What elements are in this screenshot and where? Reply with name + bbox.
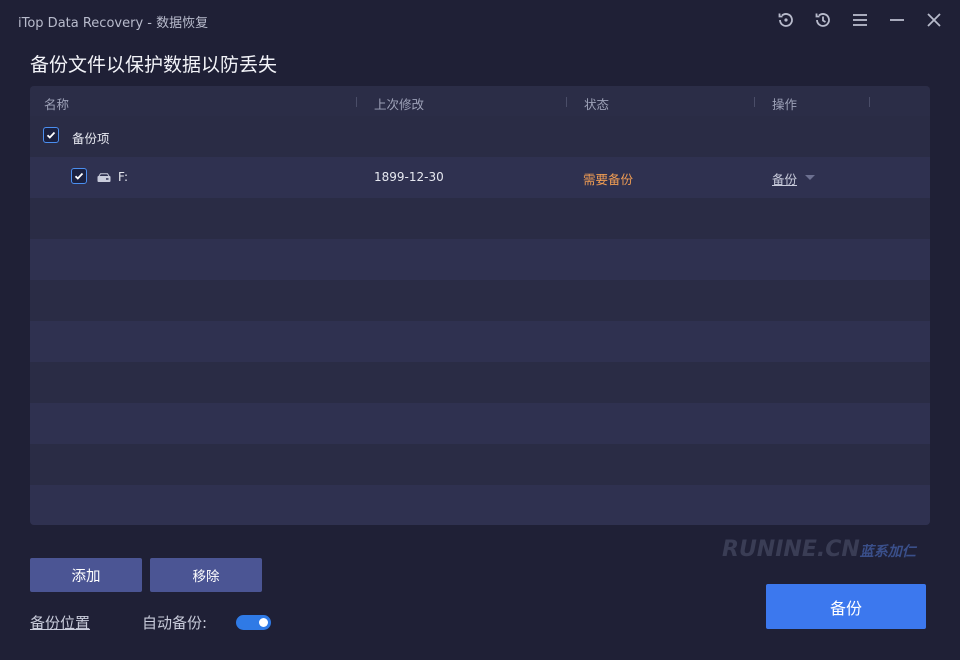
page-title: 备份文件以保护数据以防丢失 [30, 54, 278, 76]
row-backup-link[interactable]: 备份 [772, 169, 797, 188]
close-button[interactable] [915, 6, 952, 34]
column-header-name[interactable]: 名称 [44, 94, 69, 113]
watermark-sub: 蓝系加仁 [859, 544, 916, 560]
drive-icon [97, 173, 111, 182]
table-row[interactable]: F: 1899-12-30 需要备份 备份 [30, 157, 930, 198]
toggle-knob [259, 618, 268, 627]
minimize-button[interactable] [878, 6, 915, 34]
menu-button[interactable] [841, 6, 878, 34]
minimize-icon [889, 19, 904, 21]
auto-backup-toggle[interactable] [236, 615, 271, 630]
drive-name: F: [118, 170, 129, 184]
empty-row [30, 280, 930, 321]
empty-row [30, 403, 930, 444]
watermark-logo: RUNINE.CN蓝系加仁 [722, 537, 916, 562]
group-row: 备份项 [30, 116, 930, 157]
watermark-text: RUNINE.CN [722, 537, 860, 562]
title-bar: iTop Data Recovery - 数据恢复 [0, 0, 960, 40]
column-header-status[interactable]: 状态 [584, 94, 609, 113]
history-icon [815, 13, 830, 27]
history-button[interactable] [804, 6, 841, 34]
empty-row [30, 444, 930, 485]
restore-backup-button[interactable] [767, 6, 804, 34]
check-icon [74, 172, 84, 180]
row-checkbox[interactable] [71, 168, 87, 184]
backup-location-link[interactable]: 备份位置 [30, 612, 90, 633]
menu-icon [852, 14, 867, 26]
close-icon [926, 13, 941, 27]
remove-button[interactable]: 移除 [150, 558, 262, 592]
column-divider[interactable] [566, 97, 567, 107]
group-label: 备份项 [72, 131, 110, 146]
column-header-modified[interactable]: 上次修改 [374, 94, 424, 113]
table-header: 名称 上次修改 状态 操作 [30, 86, 930, 116]
empty-row [30, 239, 930, 280]
app-title: iTop Data Recovery - 数据恢复 [18, 16, 209, 31]
chevron-down-icon[interactable] [805, 175, 815, 181]
check-icon [46, 131, 56, 139]
status-badge: 需要备份 [583, 172, 634, 187]
window-controls [767, 6, 952, 34]
group-checkbox[interactable] [43, 127, 59, 143]
empty-row [30, 198, 930, 239]
column-header-action[interactable]: 操作 [772, 94, 797, 113]
empty-row [30, 362, 930, 403]
backup-button[interactable]: 备份 [766, 584, 926, 629]
empty-row [30, 321, 930, 362]
column-divider[interactable] [869, 97, 870, 107]
column-divider[interactable] [754, 97, 755, 107]
backup-table: 名称 上次修改 状态 操作 备份项 F: 1899-12-30 需要备份 备份 [30, 86, 930, 525]
add-button[interactable]: 添加 [30, 558, 142, 592]
modified-date: 1899-12-30 [374, 170, 444, 184]
auto-backup-label: 自动备份: [142, 614, 208, 632]
empty-row [30, 485, 930, 525]
history-restore-icon [778, 13, 793, 27]
column-divider[interactable] [356, 97, 357, 107]
